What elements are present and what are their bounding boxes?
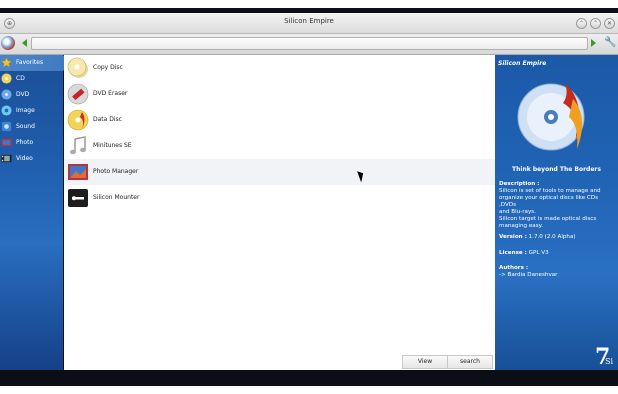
sidebar-item-image[interactable]: Image [0,103,63,119]
search-button[interactable]: search [447,355,493,369]
back-arrow-icon[interactable] [22,39,27,47]
sidebar-item-label: Favorites [16,59,44,66]
image-icon [1,105,12,116]
sidebar-item-favorites[interactable]: Favorites [0,55,69,71]
silicon-disc-logo-icon [517,83,585,151]
cd-icon [1,73,12,84]
mounter-icon [68,189,88,207]
list-item-dvd-eraser[interactable]: DVD Eraser [64,81,495,107]
list-item-label: Copy Disc [93,64,123,71]
view-button[interactable]: View [402,355,448,369]
sidebar-item-sound[interactable]: Sound [0,119,63,135]
sidebar-item-label: DVD [16,91,30,98]
description-line: managing easy. [499,223,543,229]
sidebar-item-video[interactable]: Video [0,151,63,167]
video-icon [1,154,12,163]
list-item-label: Minitunes SE [93,142,132,149]
info-panel: Silicon Empire Think beyond The Borders … [495,55,618,370]
description-line: and Blu-rays. [499,209,536,215]
close-button[interactable]: ✕ [604,18,615,29]
list-item-label: DVD Eraser [93,90,128,97]
info-panel-title: Silicon Empire [498,60,547,67]
sidebar-item-label: Sound [16,123,35,130]
list-item-data-disc[interactable]: Data Disc [64,107,495,133]
sidebar-item-photo[interactable]: Photo [0,135,63,151]
title-bar: ⊕ Silicon Empire ⌃ ⌃ ✕ [0,13,618,34]
list-item-silicon-mounter[interactable]: Silicon Mounter [64,185,495,211]
sound-icon [1,121,12,132]
version-value: 1.7.0 (2.0 Alpha) [528,234,576,240]
maximize-button[interactable]: ⌃ [590,18,601,29]
photo-icon [1,138,12,147]
toolbar: 🔧 [0,34,618,55]
license-label: License : [499,250,527,256]
main-panel: Copy Disc DVD Eraser Data Disc Minitunes… [64,55,495,370]
list-item-minitunes[interactable]: Minitunes SE [64,133,495,159]
authors-block: Authors : -> Bardia Daneshvar [499,265,615,279]
list-item-copy-disc[interactable]: Copy Disc [64,55,495,81]
description-block: Description : Silicon is set of tools to… [499,181,615,230]
description-line: Silicon is set of tools to manage and [499,188,601,194]
version-line: Version : 1.7.0 (2.0 Alpha) [499,234,615,241]
list-item-label: Photo Manager [93,168,139,175]
sidebar-item-label: CD [16,75,25,82]
description-line: Silicon target is made optical discs [499,216,597,222]
app-logo-icon[interactable] [1,36,15,50]
tagline: Think beyond The Borders [512,166,601,173]
sidebar: Favorites CD DVD Image Sound Photo Video [0,55,69,370]
minimize-button[interactable]: ⌃ [576,18,587,29]
description-label: Description : [499,181,540,187]
music-note-icon [70,136,86,155]
list-item-label: Silicon Mounter [93,194,140,201]
window-bottom-border [0,370,618,386]
window-title: Silicon Empire [284,17,334,25]
photo-manager-icon [68,164,88,180]
forward-arrow-icon[interactable] [591,39,596,47]
dvd-eraser-icon [67,83,89,105]
sidebar-item-label: Image [16,107,35,114]
sidebar-item-cd[interactable]: CD [0,71,63,87]
dvd-icon [1,89,12,100]
authors-value: -> Bardia Daneshvar [499,272,558,278]
description-line: organize your optical discs like CDs ,DV… [499,195,599,208]
authors-label: Authors : [499,265,529,271]
sidebar-item-dvd[interactable]: DVD [0,87,63,103]
address-bar[interactable] [31,37,588,50]
data-disc-icon [67,109,89,131]
star-icon [1,57,12,68]
list-item-label: Data Disc [93,116,122,123]
copy-disc-icon [67,57,88,78]
license-value: GPL V3 [528,250,549,256]
silicon-7-logo-sub: Si [605,357,614,366]
list-item-photo-manager[interactable]: Photo Manager [64,159,495,185]
version-label: Version : [499,234,527,240]
wrench-icon[interactable]: 🔧 [604,37,616,48]
sidebar-item-label: Video [16,155,33,162]
sidebar-item-label: Photo [16,139,34,146]
license-line: License : GPL V3 [499,250,615,257]
